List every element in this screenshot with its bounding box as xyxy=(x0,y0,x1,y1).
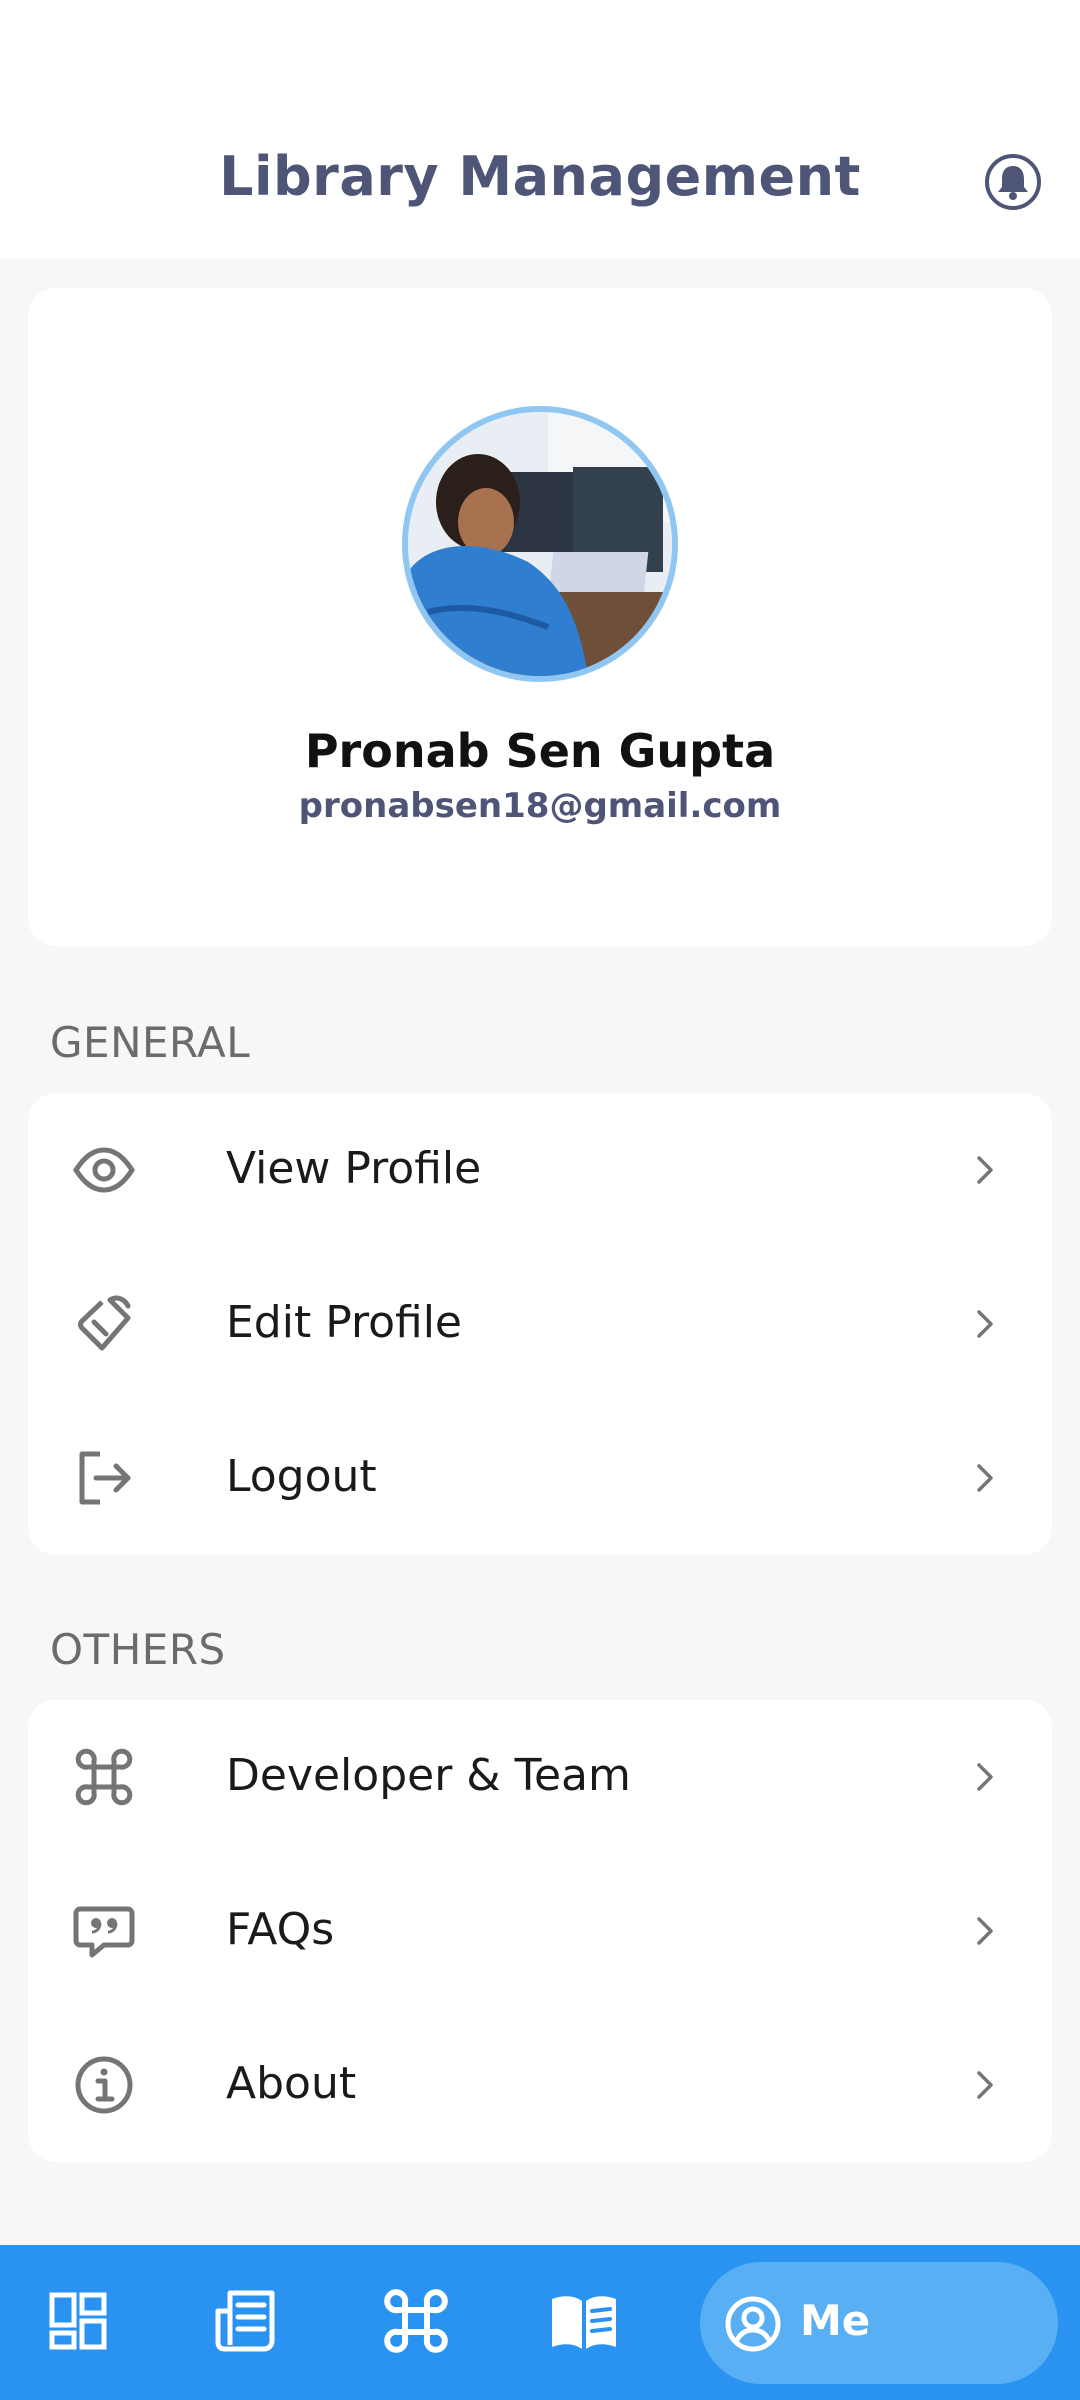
dashboard-icon[interactable] xyxy=(42,2285,114,2357)
newspaper-icon[interactable] xyxy=(210,2285,282,2357)
user-circle-icon xyxy=(725,2296,781,2352)
menu-item-label: Developer & Team xyxy=(226,1750,631,1801)
menu-item-edit-profile[interactable]: Edit Profile xyxy=(28,1247,1052,1401)
avatar[interactable] xyxy=(402,406,678,682)
menu-item-view-profile[interactable]: View Profile xyxy=(28,1093,1052,1247)
app-header: Library Management xyxy=(0,0,1080,258)
profile-name: Pronab Sen Gupta xyxy=(304,724,776,778)
menu-item-developer-team[interactable]: Developer & Team xyxy=(28,1700,1052,1854)
eye-icon xyxy=(73,1147,135,1193)
general-menu: View Profile Edit Profile Logout xyxy=(28,1093,1052,1555)
section-title-others: OTHERS xyxy=(50,1625,226,1674)
quote-bubble-icon xyxy=(73,1906,135,1958)
avatar-photo xyxy=(408,412,672,676)
menu-item-faqs[interactable]: FAQs xyxy=(28,1854,1052,2008)
page-title: Library Management xyxy=(219,145,861,208)
others-menu: Developer & Team FAQs About xyxy=(28,1700,1052,2162)
chevron-right-icon xyxy=(977,1156,993,1184)
bell-icon[interactable] xyxy=(983,152,1043,212)
pencil-tag-icon xyxy=(78,1295,131,1351)
command-icon[interactable] xyxy=(380,2285,452,2357)
chevron-right-icon xyxy=(977,1763,993,1791)
logout-icon xyxy=(79,1451,131,1505)
menu-item-label: Edit Profile xyxy=(226,1297,463,1348)
menu-item-label: Logout xyxy=(226,1451,377,1502)
chevron-right-icon xyxy=(977,2071,993,2099)
section-title-general: GENERAL xyxy=(50,1018,251,1067)
nav-item-label: Me xyxy=(800,2296,871,2345)
profile-screen: Library Management Pronab Sen Gupta pron… xyxy=(0,0,1080,2400)
profile-email: pronabsen18@gmail.com xyxy=(298,786,782,826)
command-icon xyxy=(75,1748,133,1806)
nav-item-me[interactable]: Me xyxy=(700,2262,1058,2384)
info-icon xyxy=(75,2056,133,2114)
chevron-right-icon xyxy=(977,1310,993,1338)
chevron-right-icon xyxy=(977,1464,993,1492)
menu-item-label: About xyxy=(226,2058,357,2109)
profile-card: Pronab Sen Gupta pronabsen18@gmail.com xyxy=(28,288,1052,946)
bottom-navigation: Me xyxy=(0,2245,1080,2400)
menu-item-label: FAQs xyxy=(226,1904,335,1955)
open-book-icon[interactable] xyxy=(548,2285,620,2357)
menu-item-about[interactable]: About xyxy=(28,2008,1052,2162)
menu-item-label: View Profile xyxy=(226,1143,482,1194)
chevron-right-icon xyxy=(977,1917,993,1945)
menu-item-logout[interactable]: Logout xyxy=(28,1401,1052,1555)
